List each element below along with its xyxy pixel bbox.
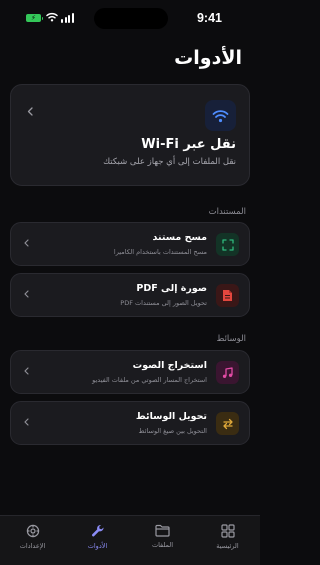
tab-settings-label: الإعدادات	[19, 542, 46, 550]
extract-audio-title: استخراج الصوت	[132, 360, 207, 371]
convert-media-subtitle: التحويل بين صيغ الوسائط	[138, 427, 207, 435]
grid-icon	[220, 524, 235, 538]
tab-bar: الرئيسية الملفات الأدوات الإعدادات	[0, 515, 260, 565]
tab-files[interactable]: الملفات	[130, 524, 195, 558]
page-title: الأدوات	[174, 47, 242, 69]
section-documents-header: المستندات	[208, 207, 246, 217]
pdf-icon	[216, 284, 239, 307]
extract-audio-item[interactable]: استخراج الصوت استخراج المسار الصوتي من م…	[10, 350, 250, 394]
image-to-pdf-title: صورة إلى PDF	[136, 283, 207, 294]
dynamic-island	[94, 8, 168, 29]
chevron-left-icon	[24, 367, 29, 375]
wifi-icon	[205, 100, 236, 131]
music-icon	[216, 361, 239, 384]
status-time: 9:41	[196, 11, 222, 25]
gear-icon	[26, 524, 39, 538]
chevron-left-icon	[24, 418, 29, 426]
image-to-pdf-item[interactable]: صورة إلى PDF تحويل الصور إلى مستندات PDF	[10, 273, 250, 317]
wrench-icon	[91, 524, 104, 537]
convert-icon	[216, 412, 239, 435]
tab-files-label: الملفات	[151, 541, 174, 549]
chevron-left-icon	[27, 107, 33, 116]
chevron-left-icon	[24, 239, 29, 247]
section-media-header: الوسائط	[216, 334, 247, 344]
tab-home[interactable]: الرئيسية	[195, 524, 260, 558]
image-to-pdf-subtitle: تحويل الصور إلى مستندات PDF	[120, 299, 207, 307]
scan-document-item[interactable]: مسح مستند مسح المستندات باستخدام الكامير…	[10, 222, 250, 266]
tab-settings[interactable]: الإعدادات	[0, 524, 65, 558]
battery-icon: ⚡	[26, 14, 43, 22]
wifi-transfer-card[interactable]: نقل عبر Wi-Fi نقل الملفات إلى أي جهاز عل…	[10, 84, 250, 186]
wifi-transfer-subtitle: نقل الملفات إلى أي جهاز على شبكتك	[103, 157, 236, 167]
tab-tools-label: الأدوات	[87, 542, 108, 550]
scan-icon	[216, 233, 239, 256]
signal-icon	[61, 13, 75, 23]
chevron-left-icon	[24, 290, 29, 298]
scan-document-subtitle: مسح المستندات باستخدام الكاميرا	[113, 248, 207, 256]
convert-media-title: تحويل الوسائط	[135, 411, 207, 422]
status-bar: ⚡ 9:41	[0, 0, 260, 34]
scan-document-title: مسح مستند	[152, 232, 208, 243]
convert-media-item[interactable]: تحويل الوسائط التحويل بين صيغ الوسائط	[10, 401, 250, 445]
tab-home-label: الرئيسية	[216, 542, 239, 550]
tab-tools[interactable]: الأدوات	[65, 524, 130, 558]
wifi-status-icon	[46, 12, 58, 22]
wifi-transfer-title: نقل عبر Wi-Fi	[141, 137, 236, 152]
extract-audio-subtitle: استخراج المسار الصوتي من ملفات الفيديو	[92, 376, 207, 384]
folder-icon	[155, 524, 170, 537]
